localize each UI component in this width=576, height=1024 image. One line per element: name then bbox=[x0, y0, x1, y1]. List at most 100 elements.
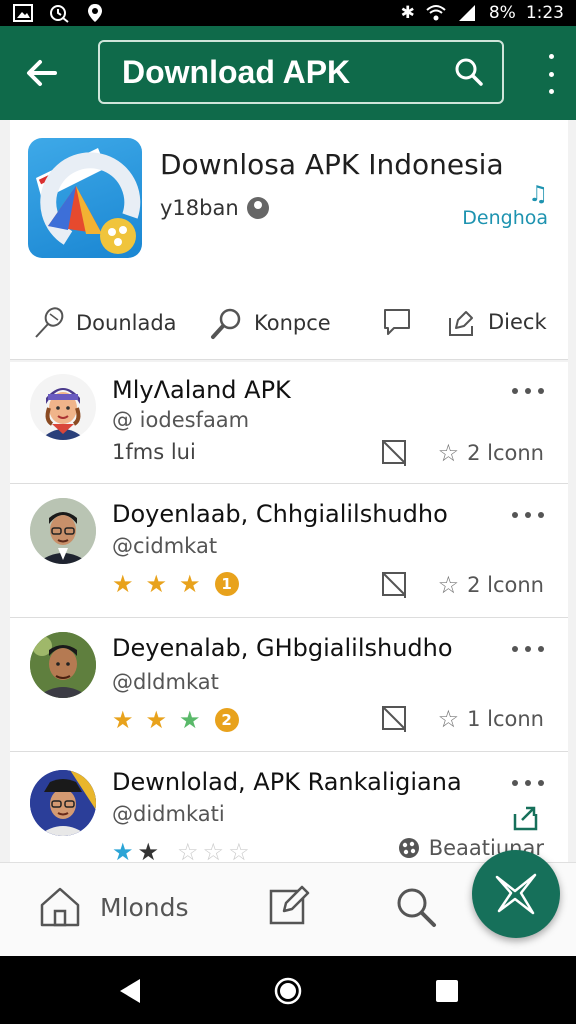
music-note-icon: ♫ bbox=[528, 182, 548, 207]
gallery-notification-icon bbox=[13, 4, 33, 22]
wifi-icon bbox=[426, 5, 446, 21]
star-outline-icon: ☆ bbox=[228, 838, 250, 862]
item-more-button[interactable] bbox=[512, 778, 544, 788]
star-filled-icon: ★ bbox=[179, 706, 201, 734]
star-outline-icon: ☆ bbox=[437, 439, 460, 467]
list-item[interactable]: Deyenalab, GHbgialilshudho @dldmkat ★ ★ … bbox=[10, 618, 568, 752]
screen: ✱ 8% 1:23 Download APK Downlosa APK Indo… bbox=[0, 0, 576, 1024]
share-icon bbox=[449, 311, 473, 336]
avatar-illustration bbox=[40, 388, 86, 440]
side-link[interactable]: ♫ Denghoa bbox=[452, 182, 548, 229]
item-name: Doyenlaab, Chhgialilshudho bbox=[112, 500, 448, 528]
arrow-back-icon bbox=[27, 60, 57, 86]
app-bar: Download APK bbox=[0, 26, 576, 120]
back-button[interactable] bbox=[12, 43, 72, 103]
star-outline-icon: ☆ bbox=[177, 838, 199, 862]
list-item[interactable]: Doyenlaab, Chhgialilshudho @cidmkat ★ ★ … bbox=[10, 484, 568, 618]
list-item[interactable]: Dewnlolad, APK Rankaligiana @didmkati ★ … bbox=[10, 752, 568, 862]
item-actions: ☆ 2 lconn bbox=[380, 438, 544, 468]
item-rating: ★ ★ ☆ ☆ ☆ bbox=[112, 840, 250, 862]
item-rating: ★ ★ ★ 2 bbox=[112, 708, 239, 732]
edit-icon bbox=[269, 885, 310, 925]
star-count-label: 2 lconn bbox=[467, 573, 544, 597]
flag-icon[interactable] bbox=[380, 438, 408, 468]
system-home-icon[interactable] bbox=[273, 976, 303, 1006]
star-filled-icon: ★ bbox=[145, 706, 168, 734]
item-more-button[interactable] bbox=[512, 510, 544, 520]
location-icon bbox=[88, 4, 102, 22]
item-more-button[interactable] bbox=[512, 386, 544, 396]
open-external-icon[interactable] bbox=[512, 804, 540, 832]
system-back-icon[interactable] bbox=[116, 976, 146, 1006]
status-bar: ✱ 8% 1:23 bbox=[0, 0, 576, 26]
star-count[interactable]: ☆ 2 lconn bbox=[438, 441, 544, 465]
item-meta: 1fms lui bbox=[112, 440, 196, 464]
item-name: MlyΛaland APK bbox=[112, 376, 291, 404]
action-share-label: Dieck bbox=[488, 310, 547, 334]
home-icon bbox=[40, 887, 80, 927]
flag-icon[interactable] bbox=[380, 704, 408, 734]
search-icon[interactable] bbox=[454, 57, 484, 87]
nav-search[interactable] bbox=[394, 885, 438, 929]
star-outline-icon: ☆ bbox=[202, 838, 225, 862]
signal-icon bbox=[458, 5, 475, 21]
floating-action-button[interactable] bbox=[472, 850, 560, 938]
star-outline-icon: ☆ bbox=[437, 571, 460, 599]
nav-home[interactable]: Mlonds bbox=[38, 885, 189, 929]
developer-name: y18ban bbox=[160, 196, 239, 220]
clock-time: 1:23 bbox=[525, 3, 564, 23]
app-name: Downlosa APK Indonesia bbox=[160, 148, 504, 181]
item-rating: ★ ★ ★ 1 bbox=[112, 572, 239, 596]
star-filled-icon: ★ bbox=[112, 838, 134, 862]
avatar-illustration bbox=[30, 498, 96, 564]
clock-notification-icon bbox=[50, 5, 69, 23]
app-developer[interactable]: y18ban bbox=[160, 196, 269, 220]
item-handle: @dldmkat bbox=[112, 670, 219, 694]
flag-icon[interactable] bbox=[380, 570, 408, 600]
app-actions: Dounlada Konpce Dieck bbox=[10, 296, 568, 346]
action-download-label: Dounlada bbox=[76, 311, 177, 335]
item-handle: @ iodesfaam bbox=[112, 408, 250, 432]
search-icon bbox=[397, 888, 436, 927]
action-comment[interactable] bbox=[382, 306, 412, 338]
app-bar-title: Download APK bbox=[122, 53, 351, 90]
system-navigation-bar bbox=[0, 956, 576, 1024]
overflow-menu-button[interactable] bbox=[544, 54, 558, 94]
review-list: MlyΛaland APK @ iodesfaam 1fms lui ☆ 2 l… bbox=[10, 362, 568, 862]
star-count-label: 1 lconn bbox=[467, 707, 544, 731]
system-recents-icon[interactable] bbox=[432, 976, 462, 1006]
nav-edit[interactable] bbox=[268, 885, 310, 927]
star-count[interactable]: ☆ 2 lconn bbox=[438, 573, 544, 597]
star-half-icon: ★ bbox=[137, 838, 160, 862]
avatar-illustration bbox=[30, 770, 96, 836]
side-link-label: Denghoa bbox=[462, 207, 548, 229]
item-handle: @cidmkat bbox=[112, 534, 218, 558]
rating-badge: 2 bbox=[214, 708, 239, 732]
item-name: Dewnlolad, APK Rankaligiana bbox=[112, 768, 462, 796]
bluetooth-icon: ✱ bbox=[400, 3, 415, 23]
search-icon bbox=[211, 308, 241, 339]
sparkle-icon bbox=[495, 873, 537, 915]
star-filled-icon: ★ bbox=[112, 706, 134, 734]
action-share[interactable]: Dieck bbox=[446, 306, 547, 338]
search-box[interactable]: Download APK bbox=[98, 40, 504, 104]
app-card: Downlosa APK Indonesia y18ban ♫ Denghoa … bbox=[10, 120, 568, 360]
item-more-button[interactable] bbox=[512, 644, 544, 654]
pin-icon bbox=[35, 307, 64, 338]
action-search[interactable]: Konpce bbox=[210, 306, 331, 340]
star-count[interactable]: ☆ 1 lconn bbox=[438, 707, 544, 731]
avatar bbox=[30, 374, 96, 440]
battery-level: 8% bbox=[488, 3, 516, 23]
avatar-illustration bbox=[30, 632, 96, 698]
app-icon[interactable] bbox=[28, 138, 142, 258]
item-actions: ☆ 1 lconn bbox=[380, 704, 544, 734]
action-search-label: Konpce bbox=[254, 311, 331, 335]
item-actions: ☆ 2 lconn bbox=[380, 570, 544, 600]
comment-icon bbox=[384, 309, 410, 335]
action-download[interactable]: Dounlada bbox=[32, 306, 177, 340]
nav-home-label: Mlonds bbox=[100, 892, 189, 922]
star-outline-icon: ☆ bbox=[437, 705, 460, 733]
avatar bbox=[30, 498, 96, 564]
star-filled-icon: ★ bbox=[145, 570, 168, 598]
list-item[interactable]: MlyΛaland APK @ iodesfaam 1fms lui ☆ 2 l… bbox=[10, 362, 568, 484]
